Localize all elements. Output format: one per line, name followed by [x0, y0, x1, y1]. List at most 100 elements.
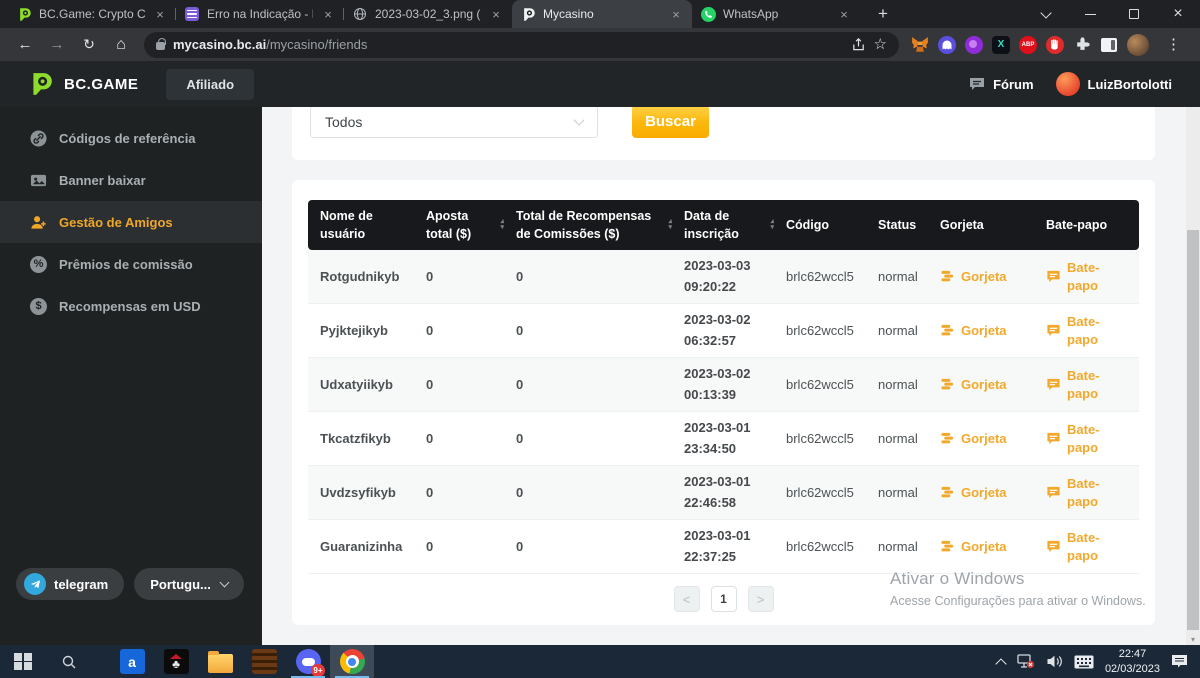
- scrollbar-thumb[interactable]: [1187, 230, 1199, 630]
- taskbar-app-poker[interactable]: [154, 645, 198, 678]
- previous-page-button[interactable]: [674, 586, 700, 612]
- forum-link[interactable]: Fórum: [993, 77, 1033, 92]
- telegram-button[interactable]: telegram: [16, 568, 124, 600]
- tab-close-icon[interactable]: [320, 6, 336, 22]
- table-body: Rotgudnikyb 0 0 2023-03-0309:20:22 brlc6…: [308, 250, 1139, 574]
- metamask-extension-icon[interactable]: [911, 36, 929, 54]
- scrollbar-down-arrow[interactable]: [1186, 635, 1200, 644]
- lock-icon[interactable]: [156, 42, 165, 50]
- taskbar-clock[interactable]: 22:47 02/03/2023: [1105, 647, 1160, 677]
- chat-link[interactable]: Bate-papo: [1034, 367, 1139, 402]
- percent-icon: [30, 256, 47, 273]
- tab-close-icon[interactable]: [836, 6, 852, 22]
- hidden-icons-chevron[interactable]: [995, 658, 1006, 669]
- brand-name[interactable]: BC.GAME: [64, 76, 138, 93]
- cell-code: brlc62wccl5: [774, 269, 866, 284]
- cell-username: Tkcatzfikyb: [308, 431, 414, 446]
- taskbar-discord[interactable]: 9+: [286, 645, 330, 678]
- next-page-button[interactable]: [748, 586, 774, 612]
- tab-mycasino-active[interactable]: Mycasino: [512, 0, 692, 28]
- language-selector[interactable]: Portugu...: [134, 568, 244, 600]
- cell-username: Udxatyiikyb: [308, 377, 414, 392]
- taskbar-app-wood[interactable]: [242, 645, 286, 678]
- sidebar-item-friend-management[interactable]: Gestão de Amigos: [0, 201, 262, 243]
- chat-link[interactable]: Bate-papo: [1034, 259, 1139, 294]
- chat-link[interactable]: Bate-papo: [1034, 475, 1139, 510]
- user-avatar[interactable]: [1056, 72, 1080, 96]
- adblock-plus-extension-icon[interactable]: ABP: [1019, 36, 1037, 54]
- cell-rewards-total: 0: [504, 269, 672, 284]
- tab-close-icon[interactable]: [668, 6, 684, 22]
- purple-extension-icon[interactable]: [965, 36, 983, 54]
- phantom-extension-icon[interactable]: [938, 36, 956, 54]
- cell-rewards-total: 0: [504, 431, 672, 446]
- tab-close-icon[interactable]: [488, 6, 504, 22]
- taskbar-app-amd[interactable]: [110, 645, 154, 678]
- tab-title: Mycasino: [543, 7, 661, 21]
- taskbar-chrome[interactable]: [330, 645, 374, 678]
- chat-icon: [1046, 323, 1061, 338]
- reload-button[interactable]: [74, 31, 104, 59]
- window-menu-chevron-icon[interactable]: [1024, 0, 1068, 28]
- share-icon[interactable]: [851, 37, 866, 52]
- page-url[interactable]: mycasino.bc.ai/mycasino/friends: [173, 37, 367, 52]
- username-label[interactable]: LuizBortolotti: [1088, 77, 1172, 92]
- notification-badge: 9+: [311, 664, 324, 677]
- browser-profile-avatar[interactable]: [1127, 34, 1149, 56]
- language-label: Portugu...: [150, 577, 211, 592]
- tip-link[interactable]: Gorjeta: [928, 377, 1034, 392]
- start-button[interactable]: [0, 645, 46, 678]
- adblock-hand-extension-icon[interactable]: [1046, 36, 1064, 54]
- browser-menu-icon[interactable]: [1166, 35, 1181, 54]
- chat-icon: [1046, 377, 1061, 392]
- home-button[interactable]: [106, 31, 136, 59]
- window-close-button[interactable]: [1156, 0, 1200, 28]
- bcgame-logo[interactable]: [28, 71, 54, 97]
- tip-link[interactable]: Gorjeta: [928, 431, 1034, 446]
- tip-link[interactable]: Gorjeta: [928, 269, 1034, 284]
- x-extension-icon[interactable]: X: [992, 36, 1010, 54]
- tip-link[interactable]: Gorjeta: [928, 539, 1034, 554]
- back-button[interactable]: [10, 31, 40, 59]
- tab-erro-indicacao[interactable]: Erro na Indicação - BC.Game: [176, 0, 344, 28]
- forum-chat-icon[interactable]: [969, 76, 985, 92]
- tab-close-icon[interactable]: [152, 6, 168, 22]
- cell-code: brlc62wccl5: [774, 323, 866, 338]
- window-maximize-button[interactable]: [1112, 0, 1156, 28]
- tab-image-png[interactable]: 2023-03-02_3.png (1024×76: [344, 0, 512, 28]
- current-page[interactable]: 1: [711, 586, 737, 612]
- new-tab-button[interactable]: [870, 1, 896, 27]
- taskbar-file-explorer[interactable]: [198, 645, 242, 678]
- chat-link[interactable]: Bate-papo: [1034, 313, 1139, 348]
- bookmark-star-icon[interactable]: [874, 35, 887, 54]
- sidebar-item-banner-download[interactable]: Banner baixar: [0, 159, 262, 201]
- tab-whatsapp[interactable]: WhatsApp: [692, 0, 860, 28]
- tip-link[interactable]: Gorjeta: [928, 485, 1034, 500]
- windows-logo-icon: [14, 653, 32, 671]
- sidebar-item-commission-prizes[interactable]: Prêmios de comissão: [0, 243, 262, 285]
- cell-code: brlc62wccl5: [774, 539, 866, 554]
- vertical-scrollbar[interactable]: [1186, 107, 1200, 645]
- friend-type-select[interactable]: Todos: [310, 107, 598, 138]
- sidebar-item-usd-rewards[interactable]: Recompensas em USD: [0, 285, 262, 327]
- address-bar[interactable]: mycasino.bc.ai/mycasino/friends: [144, 32, 899, 58]
- extensions-puzzle-icon[interactable]: [1073, 36, 1091, 54]
- chat-link[interactable]: Bate-papo: [1034, 529, 1139, 564]
- window-minimize-button[interactable]: [1068, 0, 1112, 28]
- taskbar-search-button[interactable]: [46, 645, 92, 678]
- affiliate-nav-tab[interactable]: Afiliado: [166, 69, 254, 100]
- chevron-down-icon: [573, 114, 584, 125]
- coins-icon: [940, 539, 955, 554]
- tip-link[interactable]: Gorjeta: [928, 323, 1034, 338]
- forward-button[interactable]: [42, 31, 72, 59]
- list-favicon: [184, 6, 200, 22]
- action-center-icon[interactable]: [1171, 654, 1188, 669]
- chat-link[interactable]: Bate-papo: [1034, 421, 1139, 456]
- network-status-icon[interactable]: [1016, 654, 1035, 669]
- volume-icon[interactable]: [1046, 654, 1063, 669]
- keyboard-icon[interactable]: [1074, 655, 1094, 669]
- tab-bcgame-home[interactable]: BC.Game: Crypto Casino Gam: [8, 0, 176, 28]
- sidebar-item-referral-codes[interactable]: Códigos de referência: [0, 117, 262, 159]
- side-panel-icon[interactable]: [1100, 36, 1118, 54]
- search-button[interactable]: Buscar: [632, 107, 709, 138]
